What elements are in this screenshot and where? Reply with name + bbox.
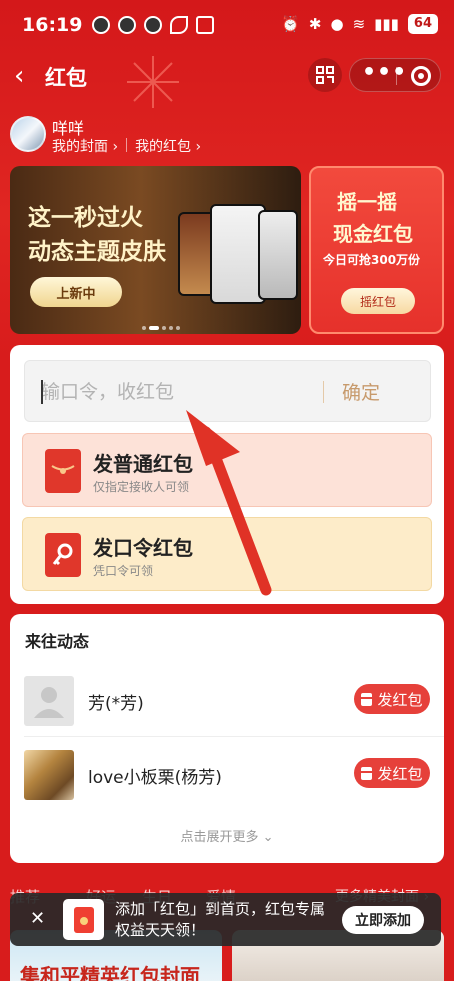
my-cover-link[interactable]: 我的封面 › bbox=[52, 136, 118, 156]
confirm-button[interactable]: 确定 bbox=[342, 378, 380, 405]
app-notification-icon bbox=[144, 16, 162, 34]
carousel-dots bbox=[142, 326, 180, 330]
alarm-icon: ⏰ bbox=[281, 15, 300, 33]
scan-icon bbox=[316, 66, 334, 84]
send-normal-redpacket[interactable]: 发普通红包 仅指定接收人可领 bbox=[22, 433, 432, 507]
cover-card-title: 集和平精英红包封面 bbox=[20, 964, 200, 981]
contact-row: love小板栗(杨芳) 发红包 bbox=[10, 745, 444, 805]
default-avatar-icon bbox=[24, 676, 74, 726]
send-redpacket-label: 发红包 bbox=[377, 764, 423, 783]
my-redpacket-link[interactable]: 我的红包 › bbox=[135, 136, 201, 156]
send-redpacket-label: 发红包 bbox=[377, 690, 423, 709]
redpacket-card: 确定 发普通红包 仅指定接收人可领 发口令红包 凭口令可领 bbox=[10, 345, 444, 604]
title-bar: ‹ 红包 ••• bbox=[0, 52, 454, 100]
status-time: 16:19 bbox=[22, 14, 83, 36]
input-divider bbox=[323, 381, 324, 403]
signal-icon: ▮▮▮ bbox=[374, 15, 399, 33]
key-icon bbox=[45, 533, 81, 577]
avatar[interactable] bbox=[10, 116, 46, 152]
recent-contacts-card: 来往动态 芳(*芳) 发红包 love小板栗(杨芳) 发红包 点击展开更多 ⌄ bbox=[10, 614, 444, 863]
expand-more-link[interactable]: 点击展开更多 ⌄ bbox=[10, 826, 444, 845]
redpacket-app-icon bbox=[63, 899, 104, 940]
send-token-redpacket[interactable]: 发口令红包 凭口令可领 bbox=[22, 517, 432, 591]
banner-title-line2: 动态主题皮肤 bbox=[28, 239, 166, 265]
my-redpacket-label: 我的红包 bbox=[135, 139, 192, 155]
new-arrival-button[interactable]: 上新中 bbox=[30, 277, 122, 307]
contact-name: love小板栗(杨芳) bbox=[88, 768, 222, 788]
notification-icons bbox=[92, 16, 214, 34]
carousel-dot-active bbox=[149, 326, 159, 330]
contacts-title: 来往动态 bbox=[25, 632, 90, 651]
close-icon[interactable]: ✕ bbox=[30, 908, 45, 929]
send-token-subtitle: 凭口令可领 bbox=[93, 564, 154, 578]
battery-indicator: 64 bbox=[407, 14, 438, 34]
contact-row: 芳(*芳) 发红包 bbox=[10, 671, 444, 731]
contact-avatar bbox=[24, 750, 74, 800]
link-separator bbox=[126, 138, 128, 152]
scan-button[interactable] bbox=[308, 58, 342, 92]
more-menu-icon[interactable]: ••• bbox=[362, 60, 407, 85]
row-divider bbox=[24, 736, 444, 737]
toast-message: 添加「红包」到首页，红包专属权益天天领！ bbox=[115, 900, 326, 939]
theme-skin-banner[interactable]: 这一秒过火 动态主题皮肤 上新中 bbox=[10, 166, 301, 334]
eye-icon bbox=[170, 16, 188, 34]
mini-program-capsule: ••• bbox=[349, 58, 441, 92]
status-bar: 16:19 ⏰ ✱ ● ≋ ▮▮▮ 64 bbox=[0, 0, 454, 52]
text-caret bbox=[41, 380, 43, 404]
add-to-home-toast: ✕ 添加「红包」到首页，红包专属权益天天领！ 立即添加 bbox=[10, 893, 441, 946]
app-notification-icon bbox=[92, 16, 110, 34]
send-token-title: 发口令红包 bbox=[93, 536, 193, 560]
nfc-icon bbox=[196, 16, 214, 34]
user-profile: 咩咩 我的封面 › 我的红包 › bbox=[10, 116, 450, 160]
redpacket-mini-icon bbox=[361, 692, 373, 706]
send-redpacket-button[interactable]: 发红包 bbox=[354, 758, 430, 788]
location-icon: ● bbox=[330, 15, 344, 33]
bluetooth-icon: ✱ bbox=[308, 15, 322, 33]
user-links: 我的封面 › 我的红包 › bbox=[52, 136, 201, 156]
page-title: 红包 bbox=[45, 66, 87, 90]
shake-title: 摇一摇 bbox=[337, 190, 397, 214]
send-redpacket-button[interactable]: 发红包 bbox=[354, 684, 430, 714]
chevron-down-icon: ⌄ bbox=[262, 830, 274, 845]
wifi-icon: ≋ bbox=[352, 15, 366, 33]
token-input[interactable] bbox=[41, 375, 311, 409]
my-cover-label: 我的封面 bbox=[52, 139, 108, 155]
phone-mockup bbox=[258, 210, 298, 300]
send-normal-title: 发普通红包 bbox=[93, 452, 193, 476]
cash-redpacket-title: 现金红包 bbox=[333, 222, 413, 246]
contact-name: 芳(*芳) bbox=[88, 694, 144, 714]
chevron-left-icon[interactable]: ‹ bbox=[14, 62, 24, 90]
daily-quota-text: 今日可抢300万份 bbox=[323, 253, 421, 267]
send-normal-subtitle: 仅指定接收人可领 bbox=[93, 480, 190, 494]
shake-redpacket-banner[interactable]: 摇一摇 现金红包 今日可抢300万份 摇红包 bbox=[309, 166, 444, 334]
carousel-dot bbox=[142, 326, 146, 330]
close-mini-program-icon[interactable] bbox=[411, 66, 431, 86]
capsule-divider bbox=[396, 67, 397, 85]
carousel-dot bbox=[169, 326, 173, 330]
redpacket-mini-icon bbox=[361, 766, 373, 780]
system-status-icons: ⏰ ✱ ● ≋ ▮▮▮ 64 bbox=[281, 14, 438, 34]
banner-title-line1: 这一秒过火 bbox=[28, 205, 143, 231]
add-now-button[interactable]: 立即添加 bbox=[342, 906, 424, 934]
expand-more-label: 点击展开更多 bbox=[180, 830, 259, 845]
redpacket-icon bbox=[45, 449, 81, 493]
shake-redpacket-button[interactable]: 摇红包 bbox=[341, 288, 415, 314]
carousel-dot bbox=[176, 326, 180, 330]
token-input-box: 确定 bbox=[24, 360, 431, 422]
app-notification-icon bbox=[118, 16, 136, 34]
carousel-dot bbox=[162, 326, 166, 330]
